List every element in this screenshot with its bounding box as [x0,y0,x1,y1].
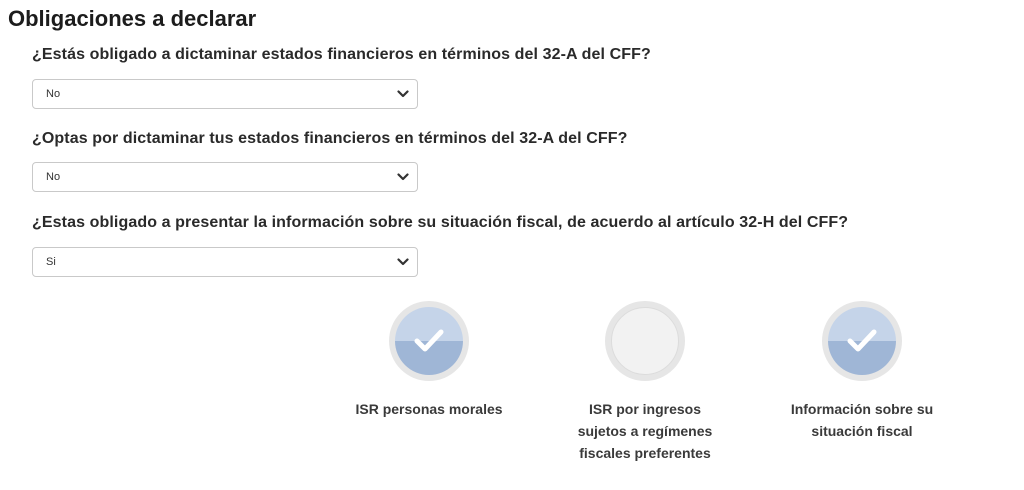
page-title: Obligaciones a declarar [8,6,257,31]
select-value: No [46,171,61,183]
obligation-isr-morales-label: ISR personas morales [339,398,519,420]
chevron-down-icon [397,173,409,181]
empty-circle-icon [611,307,679,375]
question-dictaminar-obligado-label: ¿Estás obligado a dictaminar estados fin… [32,46,651,63]
obligation-situacion-fiscal-toggle[interactable] [822,301,902,381]
check-icon [847,329,877,352]
label-line: sujetos a regímenes [577,423,713,439]
label-line: fiscales preferentes [579,445,711,461]
obligations-page: Obligaciones a declarar ¿Estás obligado … [0,0,1024,490]
checked-circle [828,307,896,375]
obligation-isr-morales-toggle[interactable] [389,301,469,381]
obligation-isr-preferentes-label: ISR por ingresos sujetos a regímenes fis… [555,398,735,464]
chevron-down-icon [397,258,409,266]
obligation-situacion-fiscal-label: Información sobre su situación fiscal [772,398,952,442]
question-dictaminar-optas-label: ¿Optas por dictaminar tus estados financ… [32,130,628,147]
select-value: Si [46,256,56,268]
label-line: ISR por ingresos [588,401,702,417]
question-situacion-fiscal-label: ¿Estas obligado a presentar la informaci… [32,214,849,231]
situacion-fiscal-select[interactable]: Si [32,247,418,277]
label-line: Información sobre su [790,401,934,417]
select-value: No [46,88,61,100]
obligation-isr-preferentes-toggle[interactable] [605,301,685,381]
dictaminar-obligado-select[interactable]: No [32,79,418,109]
check-icon [414,329,444,352]
label-line: ISR personas morales [355,401,503,417]
checked-circle [395,307,463,375]
label-line: situación fiscal [811,423,913,439]
chevron-down-icon [397,90,409,98]
dictaminar-optas-select[interactable]: No [32,162,418,192]
